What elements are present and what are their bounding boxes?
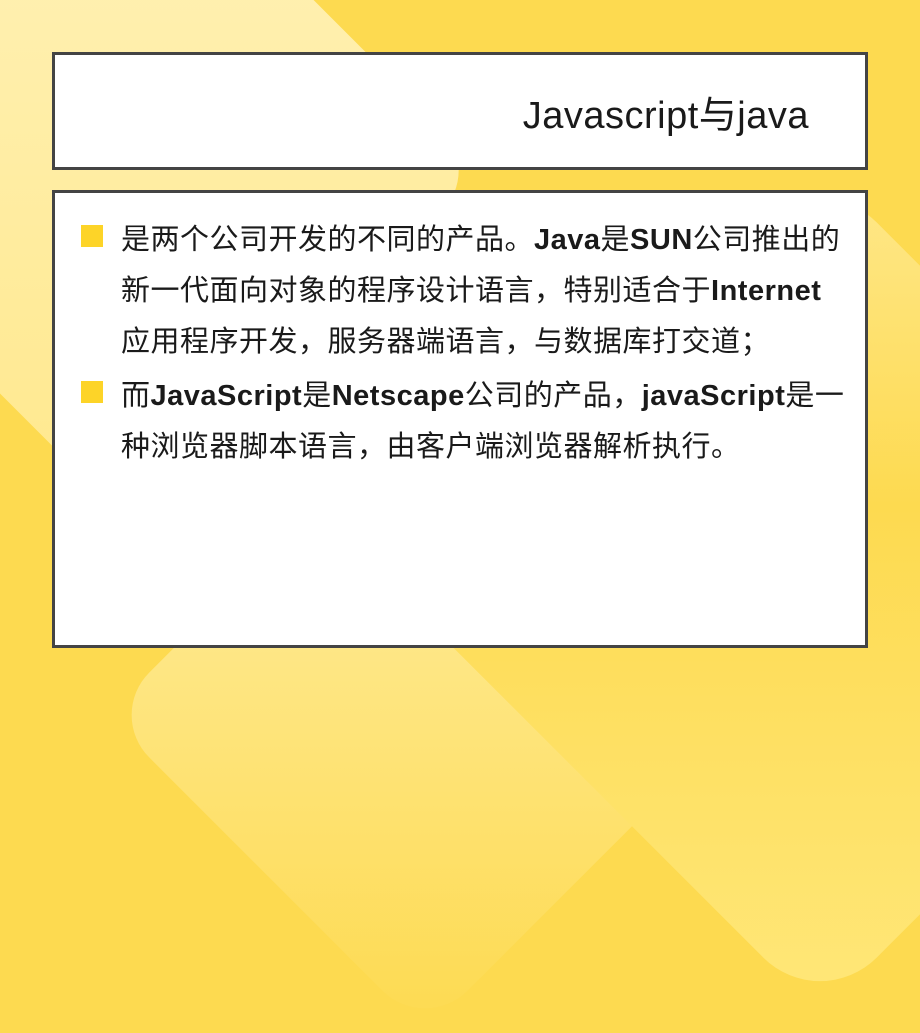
slide-title: Javascript与java [523, 84, 809, 139]
bullet-item: 而JavaScript是Netscape公司的产品，javaScript是一种浏… [81, 371, 847, 473]
title-container: Javascript与java [52, 52, 868, 170]
bullet-text: 而JavaScript是Netscape公司的产品，javaScript是一种浏… [121, 371, 847, 473]
content-container: 是两个公司开发的不同的产品。Java是SUN公司推出的新一代面向对象的程序设计语… [52, 190, 868, 648]
bullet-marker-icon [81, 381, 103, 403]
bullet-marker-icon [81, 225, 103, 247]
bullet-item: 是两个公司开发的不同的产品。Java是SUN公司推出的新一代面向对象的程序设计语… [81, 215, 847, 367]
bullet-text: 是两个公司开发的不同的产品。Java是SUN公司推出的新一代面向对象的程序设计语… [121, 215, 847, 367]
